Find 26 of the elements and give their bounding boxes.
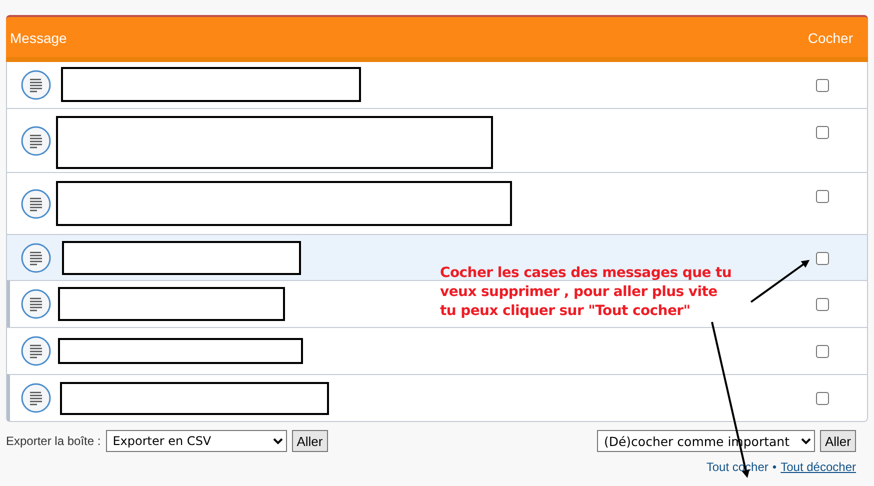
- message-icon: [21, 188, 51, 218]
- row-checkbox[interactable]: [816, 126, 829, 139]
- go-button[interactable]: Aller: [820, 430, 856, 452]
- message-row[interactable]: [7, 108, 867, 172]
- row-checkbox[interactable]: [816, 298, 829, 311]
- message-row[interactable]: [7, 280, 867, 327]
- arrow: [750, 260, 810, 303]
- row-checkbox[interactable]: [816, 252, 829, 265]
- row-checkbox[interactable]: [816, 190, 829, 203]
- message-icon: [21, 242, 51, 272]
- export-label: Exporter la boîte :: [6, 434, 101, 448]
- message-icon: [21, 383, 51, 413]
- annotation-text: Cocher les cases des messages que tu veux supprimer , pour aller plus vite tu peux cliquer sur "Tout cocher": [440, 264, 732, 321]
- separator: •: [772, 460, 777, 474]
- message-icon: [21, 126, 51, 156]
- select-link[interactable]: Tout décocher: [780, 460, 856, 474]
- message-row[interactable]: [7, 234, 867, 280]
- message-icon: [21, 289, 51, 319]
- row-checkbox[interactable]: [816, 345, 829, 358]
- message-icon: [21, 336, 51, 366]
- row-checkbox[interactable]: [816, 392, 829, 405]
- go-button[interactable]: Aller: [292, 430, 328, 452]
- message-icon: [21, 70, 51, 100]
- export-select[interactable]: Exporter en CSV: [106, 430, 287, 452]
- message-row[interactable]: [7, 374, 867, 421]
- row-checkbox[interactable]: [816, 79, 829, 92]
